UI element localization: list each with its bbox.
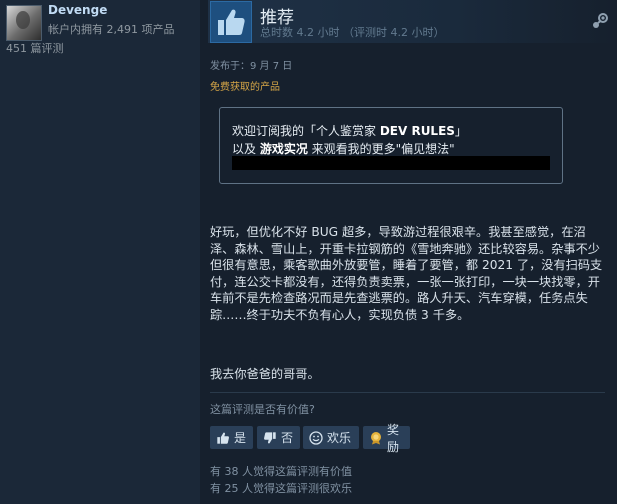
curator-line-2: 以及 游戏实况 来观看我的更多"偏见想法" <box>232 140 455 157</box>
thumbs-up-badge <box>210 1 252 43</box>
review-body: 好玩，但优化不好 BUG 超多，导致游过程很艰辛。我甚至感觉，在沼泽、森林、雪山… <box>210 224 605 324</box>
divider <box>210 392 605 393</box>
vote-no-button[interactable]: 否 <box>257 426 300 449</box>
award-icon <box>371 431 381 444</box>
curator-line-1-post: 」 <box>454 124 467 138</box>
vote-funny-label: 欢乐 <box>327 431 352 445</box>
funny-count: 有 25 人觉得这篇评测很欢乐 <box>210 482 352 495</box>
review-panel: 推荐 总时数 4.2 小时 （评测时 4.2 小时） 发布于：9 月 7 日 免… <box>200 0 617 504</box>
helpful-question: 这篇评测是否有价值? <box>210 403 315 416</box>
vote-no-label: 否 <box>281 431 294 445</box>
smiley-icon <box>309 430 323 445</box>
curator-line-1-pre: 欢迎订阅我的「个人鉴赏家 <box>232 124 380 138</box>
review-sign-off: 我去你爸爸的哥哥。 <box>210 367 320 381</box>
curator-name: DEV RULES <box>379 124 455 138</box>
curator-line-2-post: 来观看我的更多"偏见想法" <box>307 142 455 156</box>
redacted-link <box>232 156 550 170</box>
playtime-hours: 总时数 4.2 小时 （评测时 4.2 小时） <box>260 26 445 39</box>
vote-funny-button[interactable]: 欢乐 <box>303 426 359 449</box>
curator-line-1: 欢迎订阅我的「个人鉴赏家 DEV RULES」 <box>232 122 467 139</box>
award-label: 奖励 <box>387 422 400 454</box>
helpful-count: 有 38 人觉得这篇评测有价值 <box>210 465 352 478</box>
author-name[interactable]: Devenge <box>48 3 107 17</box>
curator-channel: 游戏实况 <box>259 142 308 156</box>
curator-line-2-pre: 以及 <box>232 142 260 156</box>
products-owned[interactable]: 帐户内拥有 2,491 项产品 <box>48 21 174 37</box>
vote-yes-button[interactable]: 是 <box>210 426 253 449</box>
avatar-face <box>16 11 30 29</box>
free-product-tag: 免费获取的产品 <box>210 82 280 93</box>
steam-icon <box>593 13 608 28</box>
posted-date: 发布于：9 月 7 日 <box>210 61 293 72</box>
award-button[interactable]: 奖励 <box>363 423 410 454</box>
curator-promo-box: 欢迎订阅我的「个人鉴赏家 DEV RULES」 以及 游戏实况 来观看我的更多"… <box>219 107 563 184</box>
thumbs-down-icon <box>264 431 276 443</box>
thumbs-up-icon <box>217 432 229 444</box>
vote-yes-label: 是 <box>234 431 247 445</box>
reviews-count[interactable]: 451 篇评测 <box>6 40 64 56</box>
author-panel: Devenge 帐户内拥有 2,491 项产品 451 篇评测 <box>0 0 200 504</box>
thumbs-up-icon <box>218 9 245 35</box>
review-body-text: 好玩，但优化不好 BUG 超多，导致游过程很艰辛。我甚至感觉，在沼泽、森林、雪山… <box>210 225 603 322</box>
vote-header: 推荐 总时数 4.2 小时 （评测时 4.2 小时） <box>208 0 617 43</box>
avatar[interactable] <box>6 5 42 41</box>
